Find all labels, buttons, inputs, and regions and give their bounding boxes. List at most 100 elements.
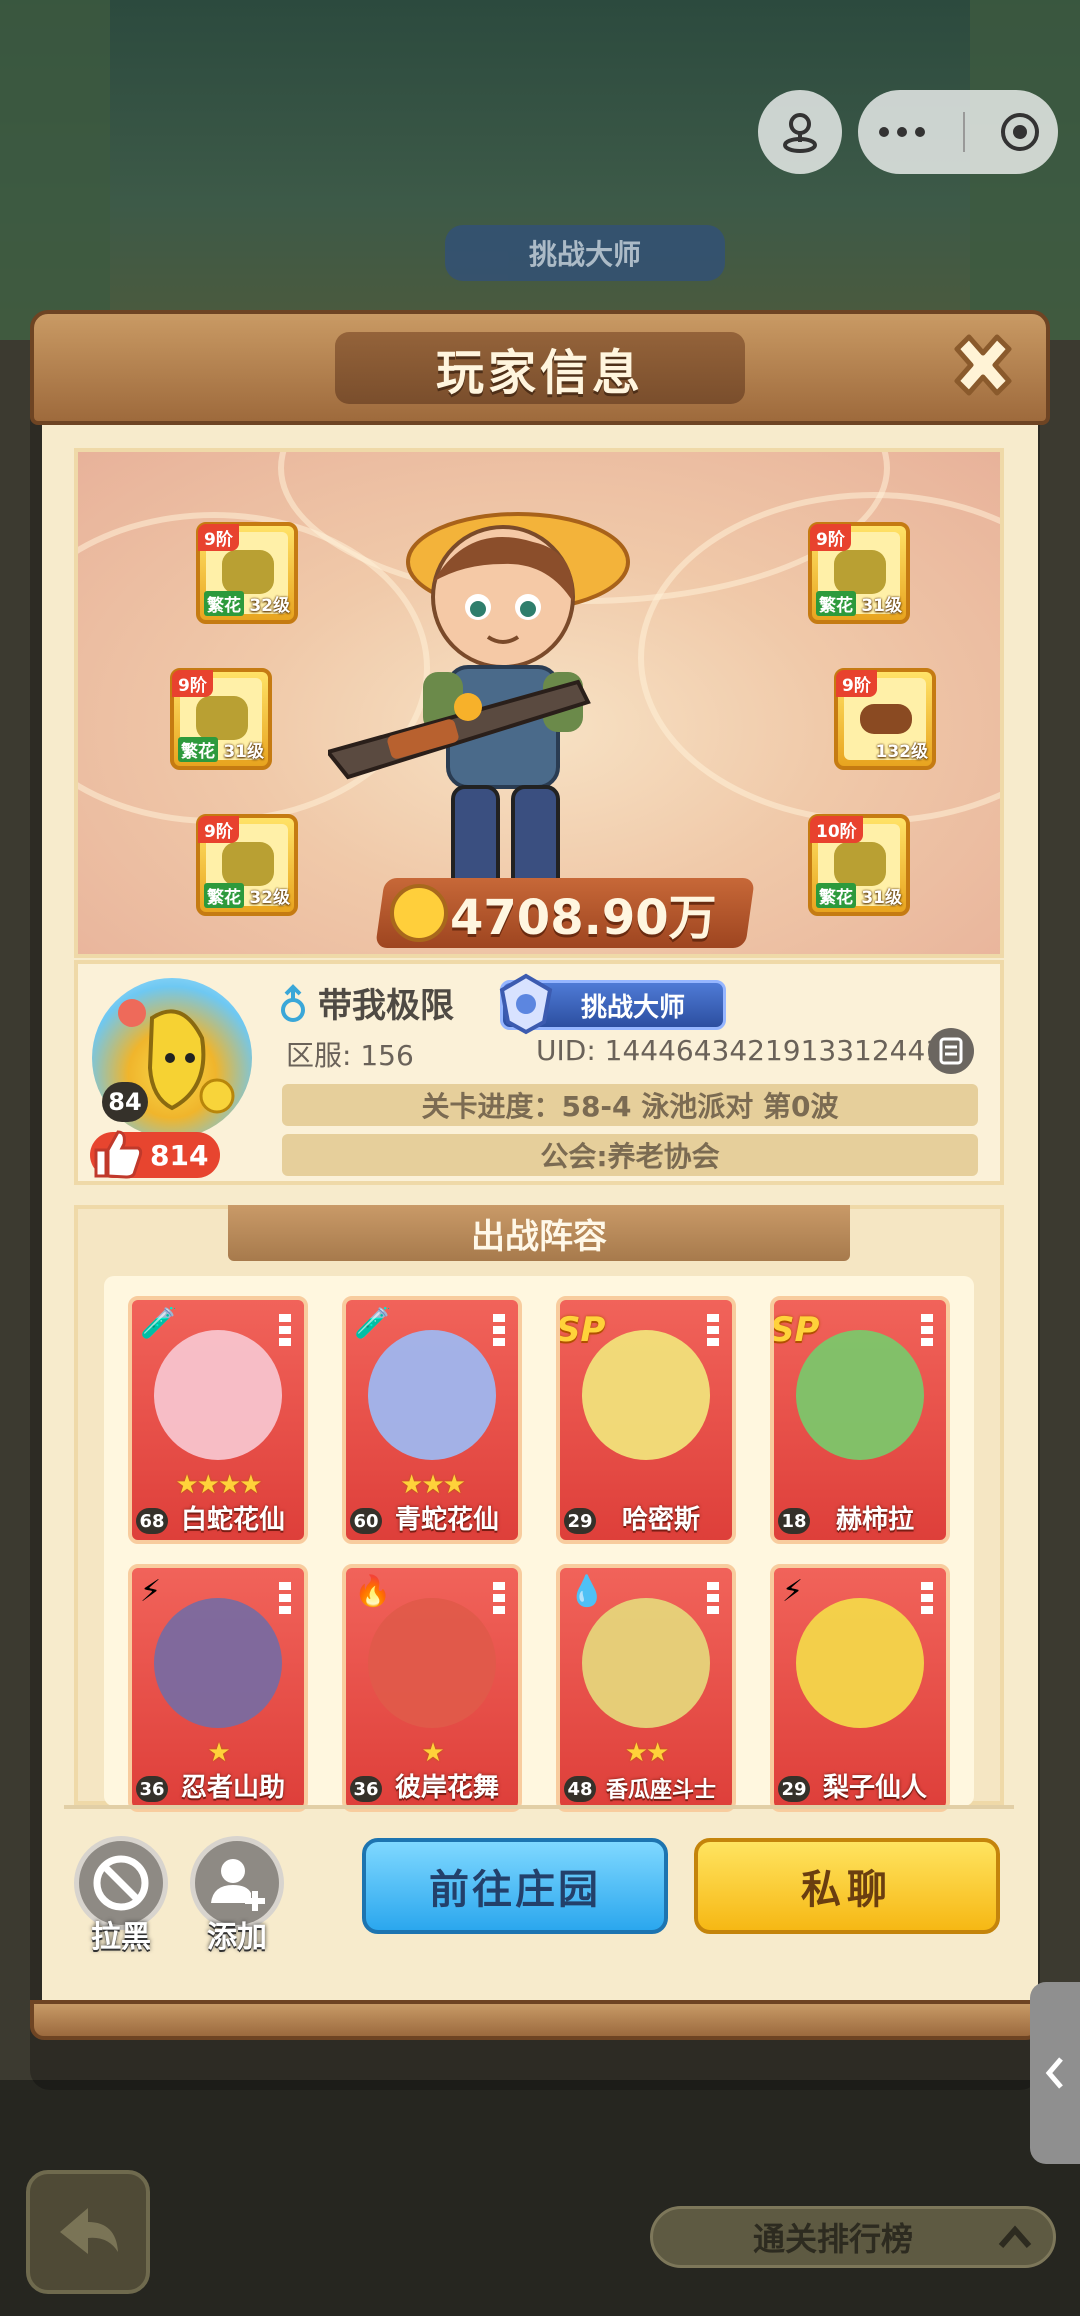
- challenge-master-emblem-icon: [499, 973, 553, 1035]
- equipment-tier: 10阶: [810, 816, 863, 843]
- hero-card[interactable]: ⚡ ★ 36 忍者山助: [128, 1564, 308, 1812]
- pants-icon: [222, 842, 274, 886]
- joystick-button[interactable]: [758, 90, 842, 174]
- add-friend-label: 添加: [207, 1920, 267, 1955]
- hero-card[interactable]: 🧪 ★★★★ 68 白蛇花仙: [128, 1296, 308, 1544]
- equipment-rarity: 繁花: [204, 883, 244, 908]
- hero-portrait: [154, 1330, 282, 1460]
- equipment-level: 31级: [223, 742, 264, 762]
- equipment-slot-gloves[interactable]: 9阶 繁花 31级: [170, 668, 272, 770]
- power-coin-icon: [390, 884, 448, 942]
- equipment-slot-pants[interactable]: 9阶 繁花 32级: [196, 814, 298, 916]
- hero-card[interactable]: 🧪 ★★★ 60 青蛇花仙: [342, 1296, 522, 1544]
- likes-count: 814: [150, 1138, 209, 1172]
- background-pillar: [970, 0, 1080, 360]
- dialog-footer: [30, 2000, 1040, 2040]
- equipment-rarity: 繁花: [204, 591, 244, 616]
- equipment-slot-vest[interactable]: 9阶 繁花 31级: [808, 522, 910, 624]
- lineup-title: 出战阵容: [228, 1205, 850, 1261]
- thumbs-up-icon[interactable]: [88, 1124, 146, 1182]
- hero-portrait: [368, 1598, 496, 1728]
- equipment-tier: 9阶: [836, 670, 877, 697]
- private-chat-button[interactable]: 私聊: [694, 1838, 1000, 1934]
- hero-name: 梨子仙人: [822, 1773, 927, 1803]
- card-menu-icon: [921, 1314, 933, 1346]
- sp-badge: SP: [770, 1310, 820, 1350]
- hero-portrait: [796, 1598, 924, 1728]
- boots-icon: [834, 842, 886, 886]
- chevron-up-icon: [998, 2225, 1032, 2248]
- hero-portrait: [368, 1330, 496, 1460]
- equipment-level: 31级: [861, 596, 902, 616]
- star-rating: ★★★: [400, 1470, 466, 1500]
- equipment-slot-boots[interactable]: 10阶 繁花 31级: [808, 814, 910, 916]
- card-menu-icon: [493, 1582, 505, 1614]
- capsule-menu: [858, 90, 1058, 174]
- equipment-level: 32级: [249, 596, 290, 616]
- visit-manor-button[interactable]: 前往庄园: [362, 1838, 668, 1934]
- hero-name: 香瓜座斗士: [605, 1778, 716, 1803]
- belt-icon: [860, 704, 912, 734]
- more-icon[interactable]: [874, 122, 930, 142]
- close-miniprogram-icon[interactable]: [998, 110, 1042, 154]
- background-bottom: [0, 2080, 1080, 2316]
- copy-uid-button[interactable]: [928, 1028, 974, 1074]
- joystick-icon: [783, 113, 817, 153]
- equipment-level: 132级: [875, 742, 929, 762]
- equipment-tier: 9阶: [810, 524, 851, 551]
- hero-card[interactable]: 💧 ★★ 48 香瓜座斗士: [556, 1564, 736, 1812]
- copy-icon: [939, 1037, 963, 1065]
- element-icon: 🔥: [354, 1574, 392, 1609]
- equipment-level: 32级: [249, 888, 290, 908]
- equipment-rarity: 繁花: [816, 883, 856, 908]
- hero-card[interactable]: SP 29 哈密斯: [556, 1296, 736, 1544]
- equipment-slot-hat[interactable]: 9阶 繁花 32级: [196, 522, 298, 624]
- chevron-left-icon: [1045, 2057, 1063, 2089]
- block-label: 拉黑: [91, 1920, 151, 1955]
- hero-name: 白蛇花仙: [180, 1505, 285, 1535]
- back-button[interactable]: [26, 2170, 150, 2294]
- element-icon: 🧪: [140, 1306, 178, 1341]
- card-menu-icon: [279, 1314, 291, 1346]
- gloves-icon: [196, 696, 248, 740]
- background-pillar: [0, 0, 110, 360]
- equipment-rarity: 繁花: [816, 591, 856, 616]
- avatar-level: 84: [102, 1082, 148, 1122]
- element-icon: 💧: [568, 1574, 606, 1609]
- power-value: 4708.90万: [450, 890, 717, 946]
- equipment-level: 31级: [861, 888, 902, 908]
- equipment-rarity: 繁花: [178, 737, 218, 762]
- hero-card[interactable]: SP 18 赫柿拉: [770, 1296, 950, 1544]
- hero-name: 彼岸花舞: [394, 1773, 499, 1803]
- hero-portrait: [154, 1598, 282, 1728]
- guild-name: 公会:养老协会: [282, 1134, 978, 1176]
- star-rating: ★: [207, 1738, 230, 1768]
- element-icon: 🧪: [354, 1306, 392, 1341]
- equipment-tier: 9阶: [198, 524, 239, 551]
- close-icon: [954, 334, 1012, 396]
- dialog-title: 玩家信息: [335, 332, 745, 404]
- hat-icon: [222, 550, 274, 594]
- card-menu-icon: [279, 1582, 291, 1614]
- element-icon: ⚡: [140, 1574, 162, 1609]
- star-rating: ★: [421, 1738, 444, 1768]
- equipment-slot-belt[interactable]: 9阶 132级: [834, 668, 936, 770]
- equipment-tier: 9阶: [172, 670, 213, 697]
- hero-character: [328, 512, 630, 918]
- hero-name: 哈密斯: [621, 1505, 700, 1535]
- capsule-divider: [962, 112, 965, 152]
- hero-name: 赫柿拉: [835, 1505, 914, 1535]
- hero-portrait: [582, 1598, 710, 1728]
- star-rating: ★★★★: [175, 1470, 262, 1500]
- side-drawer-tab[interactable]: [1030, 1982, 1080, 2164]
- card-menu-icon: [707, 1582, 719, 1614]
- equipment-tier: 9阶: [198, 816, 239, 843]
- hero-card[interactable]: ⚡ 29 梨子仙人: [770, 1564, 950, 1812]
- male-gender-icon: [281, 984, 305, 1022]
- star-rating: ★★: [624, 1738, 670, 1768]
- element-icon: ⚡: [782, 1574, 804, 1609]
- close-button[interactable]: [940, 326, 1026, 412]
- hero-card[interactable]: 🔥 ★ 36 彼岸花舞: [342, 1564, 522, 1812]
- vest-icon: [834, 550, 886, 594]
- uid-label: UID: 1444643421913312441: [536, 1034, 944, 1067]
